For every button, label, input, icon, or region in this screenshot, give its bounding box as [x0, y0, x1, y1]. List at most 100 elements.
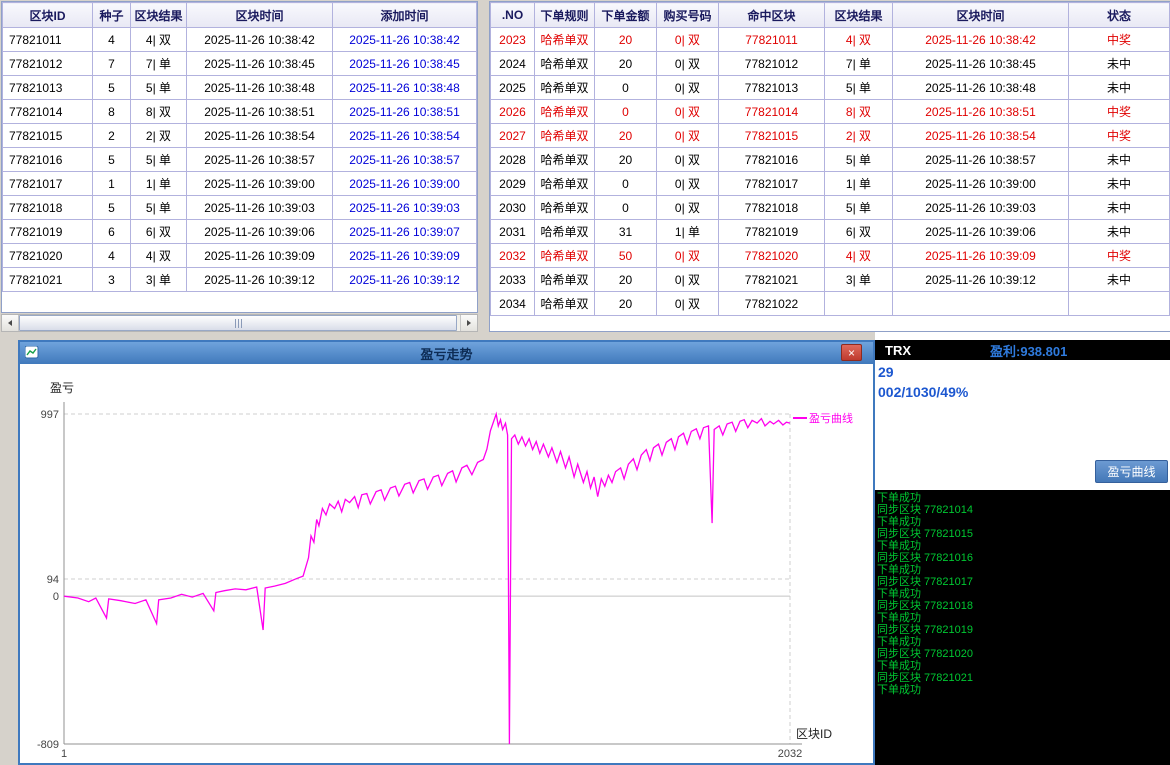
cell: 2025-11-26 10:39:00 — [333, 172, 477, 196]
cell: 1| 单 — [131, 172, 187, 196]
table-row[interactable]: 7782101855| 单2025-11-26 10:39:032025-11-… — [3, 196, 477, 220]
cell: 2025-11-26 10:38:54 — [187, 124, 333, 148]
cell: 未中 — [1069, 76, 1170, 100]
cell: 2025-11-26 10:38:51 — [893, 100, 1069, 124]
profit-curve-button[interactable]: 盈亏曲线 — [1095, 460, 1168, 483]
column-header[interactable]: 区块时间 — [187, 3, 333, 28]
cell: 1 — [93, 172, 131, 196]
cell: 1| 单 — [825, 172, 893, 196]
horizontal-scrollbar[interactable] — [1, 314, 478, 332]
cell: 2025-11-26 10:38:57 — [333, 148, 477, 172]
table-row[interactable]: 2026哈希单双00| 双778210148| 双2025-11-26 10:3… — [491, 100, 1170, 124]
scrollbar-thumb[interactable] — [19, 315, 457, 331]
column-header[interactable]: 命中区块 — [719, 3, 825, 28]
cell: 5| 单 — [131, 148, 187, 172]
table-row[interactable]: 7782101966| 双2025-11-26 10:39:062025-11-… — [3, 220, 477, 244]
table-row[interactable]: 7782101488| 双2025-11-26 10:38:512025-11-… — [3, 100, 477, 124]
cell: 77821017 — [719, 172, 825, 196]
column-header[interactable]: 添加时间 — [333, 3, 477, 28]
table-row[interactable]: 7782101144| 双2025-11-26 10:38:422025-11-… — [3, 28, 477, 52]
table-row[interactable]: 2032哈希单双500| 双778210204| 双2025-11-26 10:… — [491, 244, 1170, 268]
svg-text:2032: 2032 — [778, 748, 802, 760]
cell: 2025-11-26 10:38:57 — [187, 148, 333, 172]
column-header[interactable]: 状态 — [1069, 3, 1170, 28]
dialog-title: 盈亏走势 — [420, 344, 472, 363]
cell: 7 — [93, 52, 131, 76]
cell: 20 — [595, 268, 657, 292]
column-header[interactable]: 区块结果 — [825, 3, 893, 28]
cell: 50 — [595, 244, 657, 268]
column-header[interactable]: 种子 — [93, 3, 131, 28]
table-row[interactable]: 2023哈希单双200| 双778210114| 双2025-11-26 10:… — [491, 28, 1170, 52]
column-header[interactable]: 下单规则 — [535, 3, 595, 28]
cell: 4| 双 — [825, 28, 893, 52]
cell: 0 — [595, 100, 657, 124]
cell: 8| 双 — [825, 100, 893, 124]
cell: 0| 双 — [657, 172, 719, 196]
table-row[interactable]: 2033哈希单双200| 双778210213| 单2025-11-26 10:… — [491, 268, 1170, 292]
column-header[interactable]: 区块结果 — [131, 3, 187, 28]
cell: 2025-11-26 10:38:54 — [893, 124, 1069, 148]
cell: 2024 — [491, 52, 535, 76]
scrollbar-track[interactable] — [19, 315, 460, 331]
cell: 2025-11-26 10:38:45 — [333, 52, 477, 76]
column-header[interactable]: 区块ID — [3, 3, 93, 28]
cell: 2025 — [491, 76, 535, 100]
table-row[interactable]: 7782101522| 双2025-11-26 10:38:542025-11-… — [3, 124, 477, 148]
table-row[interactable]: 2028哈希单双200| 双778210165| 单2025-11-26 10:… — [491, 148, 1170, 172]
cell: 2025-11-26 10:39:03 — [333, 196, 477, 220]
close-button[interactable]: × — [841, 344, 862, 361]
cell: 0| 双 — [657, 196, 719, 220]
cell: 哈希单双 — [535, 124, 595, 148]
grip-icon — [238, 319, 239, 328]
column-header[interactable]: 下单金额 — [595, 3, 657, 28]
cell: 2025-11-26 10:39:00 — [893, 172, 1069, 196]
cell: 4| 双 — [131, 244, 187, 268]
legend-label: 盈亏曲线 — [809, 411, 853, 425]
scroll-right-button[interactable] — [460, 315, 477, 331]
column-header[interactable]: 购买号码 — [657, 3, 719, 28]
cell: 6| 双 — [825, 220, 893, 244]
table-row[interactable]: 7782102133| 单2025-11-26 10:39:122025-11-… — [3, 268, 477, 292]
table-row[interactable]: 7782101711| 单2025-11-26 10:39:002025-11-… — [3, 172, 477, 196]
table-row[interactable]: 7782101655| 单2025-11-26 10:38:572025-11-… — [3, 148, 477, 172]
table-row[interactable]: 7782101277| 单2025-11-26 10:38:452025-11-… — [3, 52, 477, 76]
chart-legend: 盈亏曲线 — [793, 411, 853, 425]
cell: 77821016 — [719, 148, 825, 172]
table-row[interactable]: 2024哈希单双200| 双778210127| 单2025-11-26 10:… — [491, 52, 1170, 76]
cell: 20 — [595, 28, 657, 52]
cell: 0 — [595, 196, 657, 220]
profit-trend-dialog: 盈亏走势 × 997940-80912032 盈亏曲线 盈亏 区块ID — [18, 340, 875, 765]
cell: 2 — [93, 124, 131, 148]
cell: 0| 双 — [657, 148, 719, 172]
table-row[interactable]: 2027哈希单双200| 双778210152| 双2025-11-26 10:… — [491, 124, 1170, 148]
log-line: 同步区块 77821014 — [877, 504, 1170, 516]
column-header[interactable]: .NO — [491, 3, 535, 28]
cell: 哈希单双 — [535, 76, 595, 100]
dialog-titlebar[interactable]: 盈亏走势 × — [20, 342, 873, 364]
trx-status-bar: TRX 盈利:938.801 — [875, 340, 1170, 360]
table-row[interactable]: 2029哈希单双00| 双778210171| 单2025-11-26 10:3… — [491, 172, 1170, 196]
profit-readout: 盈利:938.801 — [990, 341, 1067, 360]
scroll-left-button[interactable] — [2, 315, 19, 331]
cell: 2025-11-26 10:39:00 — [187, 172, 333, 196]
column-header[interactable]: 区块时间 — [893, 3, 1069, 28]
table-row[interactable]: 7782102044| 双2025-11-26 10:39:092025-11-… — [3, 244, 477, 268]
cell: 4| 双 — [131, 28, 187, 52]
cell: 6 — [93, 220, 131, 244]
table-header-row: 区块ID种子区块结果区块时间添加时间 — [3, 3, 477, 28]
cell: 77821019 — [3, 220, 93, 244]
table-row[interactable]: 2030哈希单双00| 双778210185| 单2025-11-26 10:3… — [491, 196, 1170, 220]
cell: 5| 单 — [825, 196, 893, 220]
cell: 77821013 — [719, 76, 825, 100]
table-row[interactable]: 2034哈希单双200| 双77821022 — [491, 292, 1170, 316]
cell: 2027 — [491, 124, 535, 148]
chart-icon — [25, 346, 39, 359]
cell: 2025-11-26 10:38:42 — [333, 28, 477, 52]
cell: 2| 双 — [825, 124, 893, 148]
cell: 哈希单双 — [535, 196, 595, 220]
table-row[interactable]: 7782101355| 单2025-11-26 10:38:482025-11-… — [3, 76, 477, 100]
table-row[interactable]: 2031哈希单双311| 单778210196| 双2025-11-26 10:… — [491, 220, 1170, 244]
table-row[interactable]: 2025哈希单双00| 双778210135| 单2025-11-26 10:3… — [491, 76, 1170, 100]
cell: 0| 双 — [657, 124, 719, 148]
